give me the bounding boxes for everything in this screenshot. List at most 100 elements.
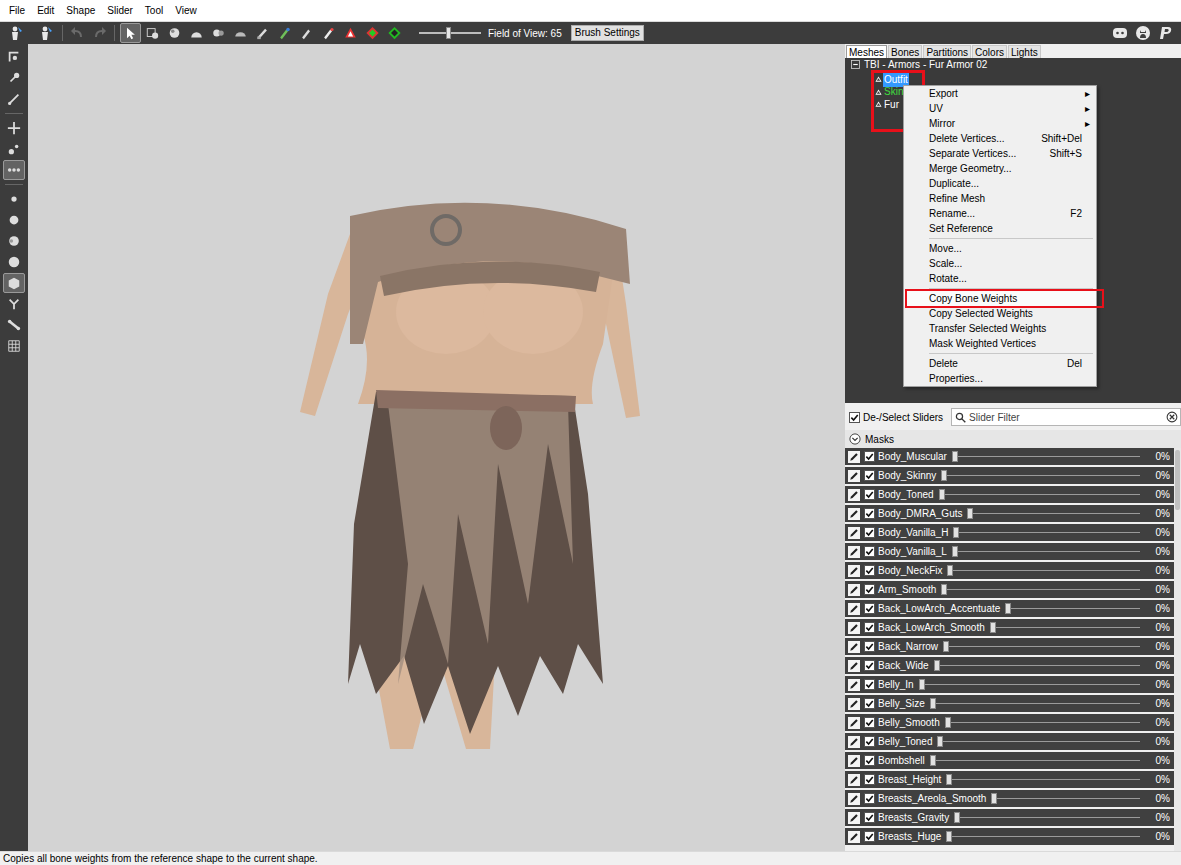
collapse-icon[interactable] [340, 23, 361, 43]
edit-slider-icon[interactable] [848, 698, 860, 710]
alpha-brush-icon[interactable] [318, 23, 339, 43]
panel-tab[interactable]: Bones [888, 45, 922, 58]
segment-icon[interactable] [3, 294, 25, 314]
slider-thumb[interactable] [947, 565, 953, 576]
slider-checkbox[interactable] [864, 603, 875, 614]
edit-slider-icon[interactable] [848, 774, 860, 786]
menu-item[interactable]: Move... [904, 241, 1096, 256]
redo-icon[interactable] [89, 23, 109, 43]
slider-checkbox[interactable] [864, 489, 875, 500]
edit-slider-icon[interactable] [848, 508, 860, 520]
brush-medium-icon[interactable] [3, 210, 25, 230]
slider-checkbox[interactable] [864, 508, 875, 519]
slider-track[interactable] [930, 754, 1140, 767]
slider-thumb[interactable] [937, 736, 943, 747]
slider-track[interactable] [1005, 602, 1140, 615]
slider-checkbox[interactable] [864, 546, 875, 557]
menu-item[interactable]: Mirror▸ [904, 116, 1096, 131]
bones-icon[interactable] [3, 315, 25, 335]
edit-slider-icon[interactable] [848, 470, 860, 482]
slider-thumb[interactable] [954, 812, 960, 823]
slider-filter-input[interactable] [969, 410, 1166, 425]
pivot-point-icon[interactable] [3, 139, 25, 159]
slider-checkbox[interactable] [864, 584, 875, 595]
edit-slider-icon[interactable] [848, 679, 860, 691]
slider-thumb[interactable] [967, 508, 973, 519]
menu-item[interactable]: Transfer Selected Weights [904, 321, 1096, 336]
slider-track[interactable] [946, 773, 1140, 786]
tree-root-row[interactable]: TBI - Armors - Fur Armor 02 [845, 59, 1181, 70]
pivot-icon[interactable] [3, 68, 25, 88]
slider-track[interactable] [991, 792, 1140, 805]
menu-item[interactable]: Rename...F2 [904, 206, 1096, 221]
slider-thumb[interactable] [919, 679, 925, 690]
slider-checkbox[interactable] [864, 660, 875, 671]
select-all-label[interactable]: De-/Select Sliders [863, 410, 943, 425]
slider-thumb[interactable] [1005, 603, 1011, 614]
slider-filter-field[interactable] [951, 408, 1181, 426]
github-icon[interactable] [1133, 23, 1153, 43]
menu-item[interactable]: Scale... [904, 256, 1096, 271]
select-icon[interactable] [120, 23, 141, 43]
menu-item[interactable]: Separate Vertices...Shift+S [904, 146, 1096, 161]
slider-track[interactable] [941, 583, 1140, 596]
menu-item[interactable]: Edit [34, 4, 57, 18]
panel-tab[interactable]: Meshes [846, 45, 887, 58]
discord-icon[interactable] [1110, 23, 1130, 43]
panel-tab[interactable]: Partitions [923, 45, 971, 58]
menu-item[interactable]: UV▸ [904, 101, 1096, 116]
tree-item[interactable]: Outfit [845, 73, 1181, 86]
slider-thumb[interactable] [946, 831, 952, 842]
menu-item[interactable]: Tool [142, 4, 166, 18]
slider-thumb[interactable] [939, 489, 945, 500]
edit-slider-icon[interactable] [848, 527, 860, 539]
select-all-checkbox[interactable] [849, 412, 860, 423]
slider-thumb[interactable] [953, 527, 959, 538]
menu-item[interactable]: Properties... [904, 371, 1096, 386]
slider-thumb[interactable] [952, 451, 958, 462]
slider-track[interactable] [954, 811, 1140, 824]
edit-slider-icon[interactable] [848, 603, 860, 615]
edit-slider-icon[interactable] [848, 793, 860, 805]
slider-thumb[interactable] [941, 470, 947, 481]
menu-item[interactable]: Set Reference [904, 221, 1096, 236]
transform-icon[interactable] [3, 47, 25, 67]
slider-checkbox[interactable] [864, 774, 875, 785]
flip-edge-icon[interactable] [362, 23, 383, 43]
brush-large-icon[interactable] [3, 252, 25, 272]
split-edge-icon[interactable] [384, 23, 405, 43]
grid-icon[interactable] [3, 336, 25, 356]
slider-track[interactable] [947, 564, 1140, 577]
slider-thumb[interactable] [930, 755, 936, 766]
slider-track[interactable] [919, 678, 1140, 691]
slider-checkbox[interactable] [864, 736, 875, 747]
character-model[interactable] [28, 44, 845, 851]
bodyslide-app-icon[interactable] [3, 23, 27, 43]
fov-slider-thumb[interactable] [446, 27, 451, 39]
slider-track[interactable] [943, 640, 1140, 653]
panel-tab[interactable]: Colors [972, 45, 1007, 58]
edit-slider-icon[interactable] [848, 717, 860, 729]
slider-track[interactable] [934, 659, 1140, 672]
slider-checkbox[interactable] [864, 831, 875, 842]
edit-slider-icon[interactable] [848, 584, 860, 596]
edit-slider-icon[interactable] [848, 812, 860, 824]
slider-thumb[interactable] [930, 698, 936, 709]
menu-item[interactable]: Copy Selected Weights [904, 306, 1096, 321]
slider-track[interactable] [937, 735, 1140, 748]
scrollbar[interactable] [1174, 448, 1181, 851]
edit-slider-icon[interactable] [848, 831, 860, 843]
paypal-icon[interactable] [1156, 23, 1176, 43]
edit-slider-icon[interactable] [848, 546, 860, 558]
slider-track[interactable] [990, 621, 1140, 634]
vertex-edit-icon[interactable] [3, 89, 25, 109]
move-icon[interactable] [3, 118, 25, 138]
slider-checkbox[interactable] [864, 793, 875, 804]
slider-track[interactable] [953, 526, 1140, 539]
menu-item[interactable]: Delete Vertices...Shift+Del [904, 131, 1096, 146]
clear-icon[interactable] [1166, 411, 1178, 423]
slider-checkbox[interactable] [864, 527, 875, 538]
slider-track[interactable] [967, 507, 1140, 520]
edit-slider-icon[interactable] [848, 489, 860, 501]
smooth-brush-icon[interactable] [230, 23, 251, 43]
